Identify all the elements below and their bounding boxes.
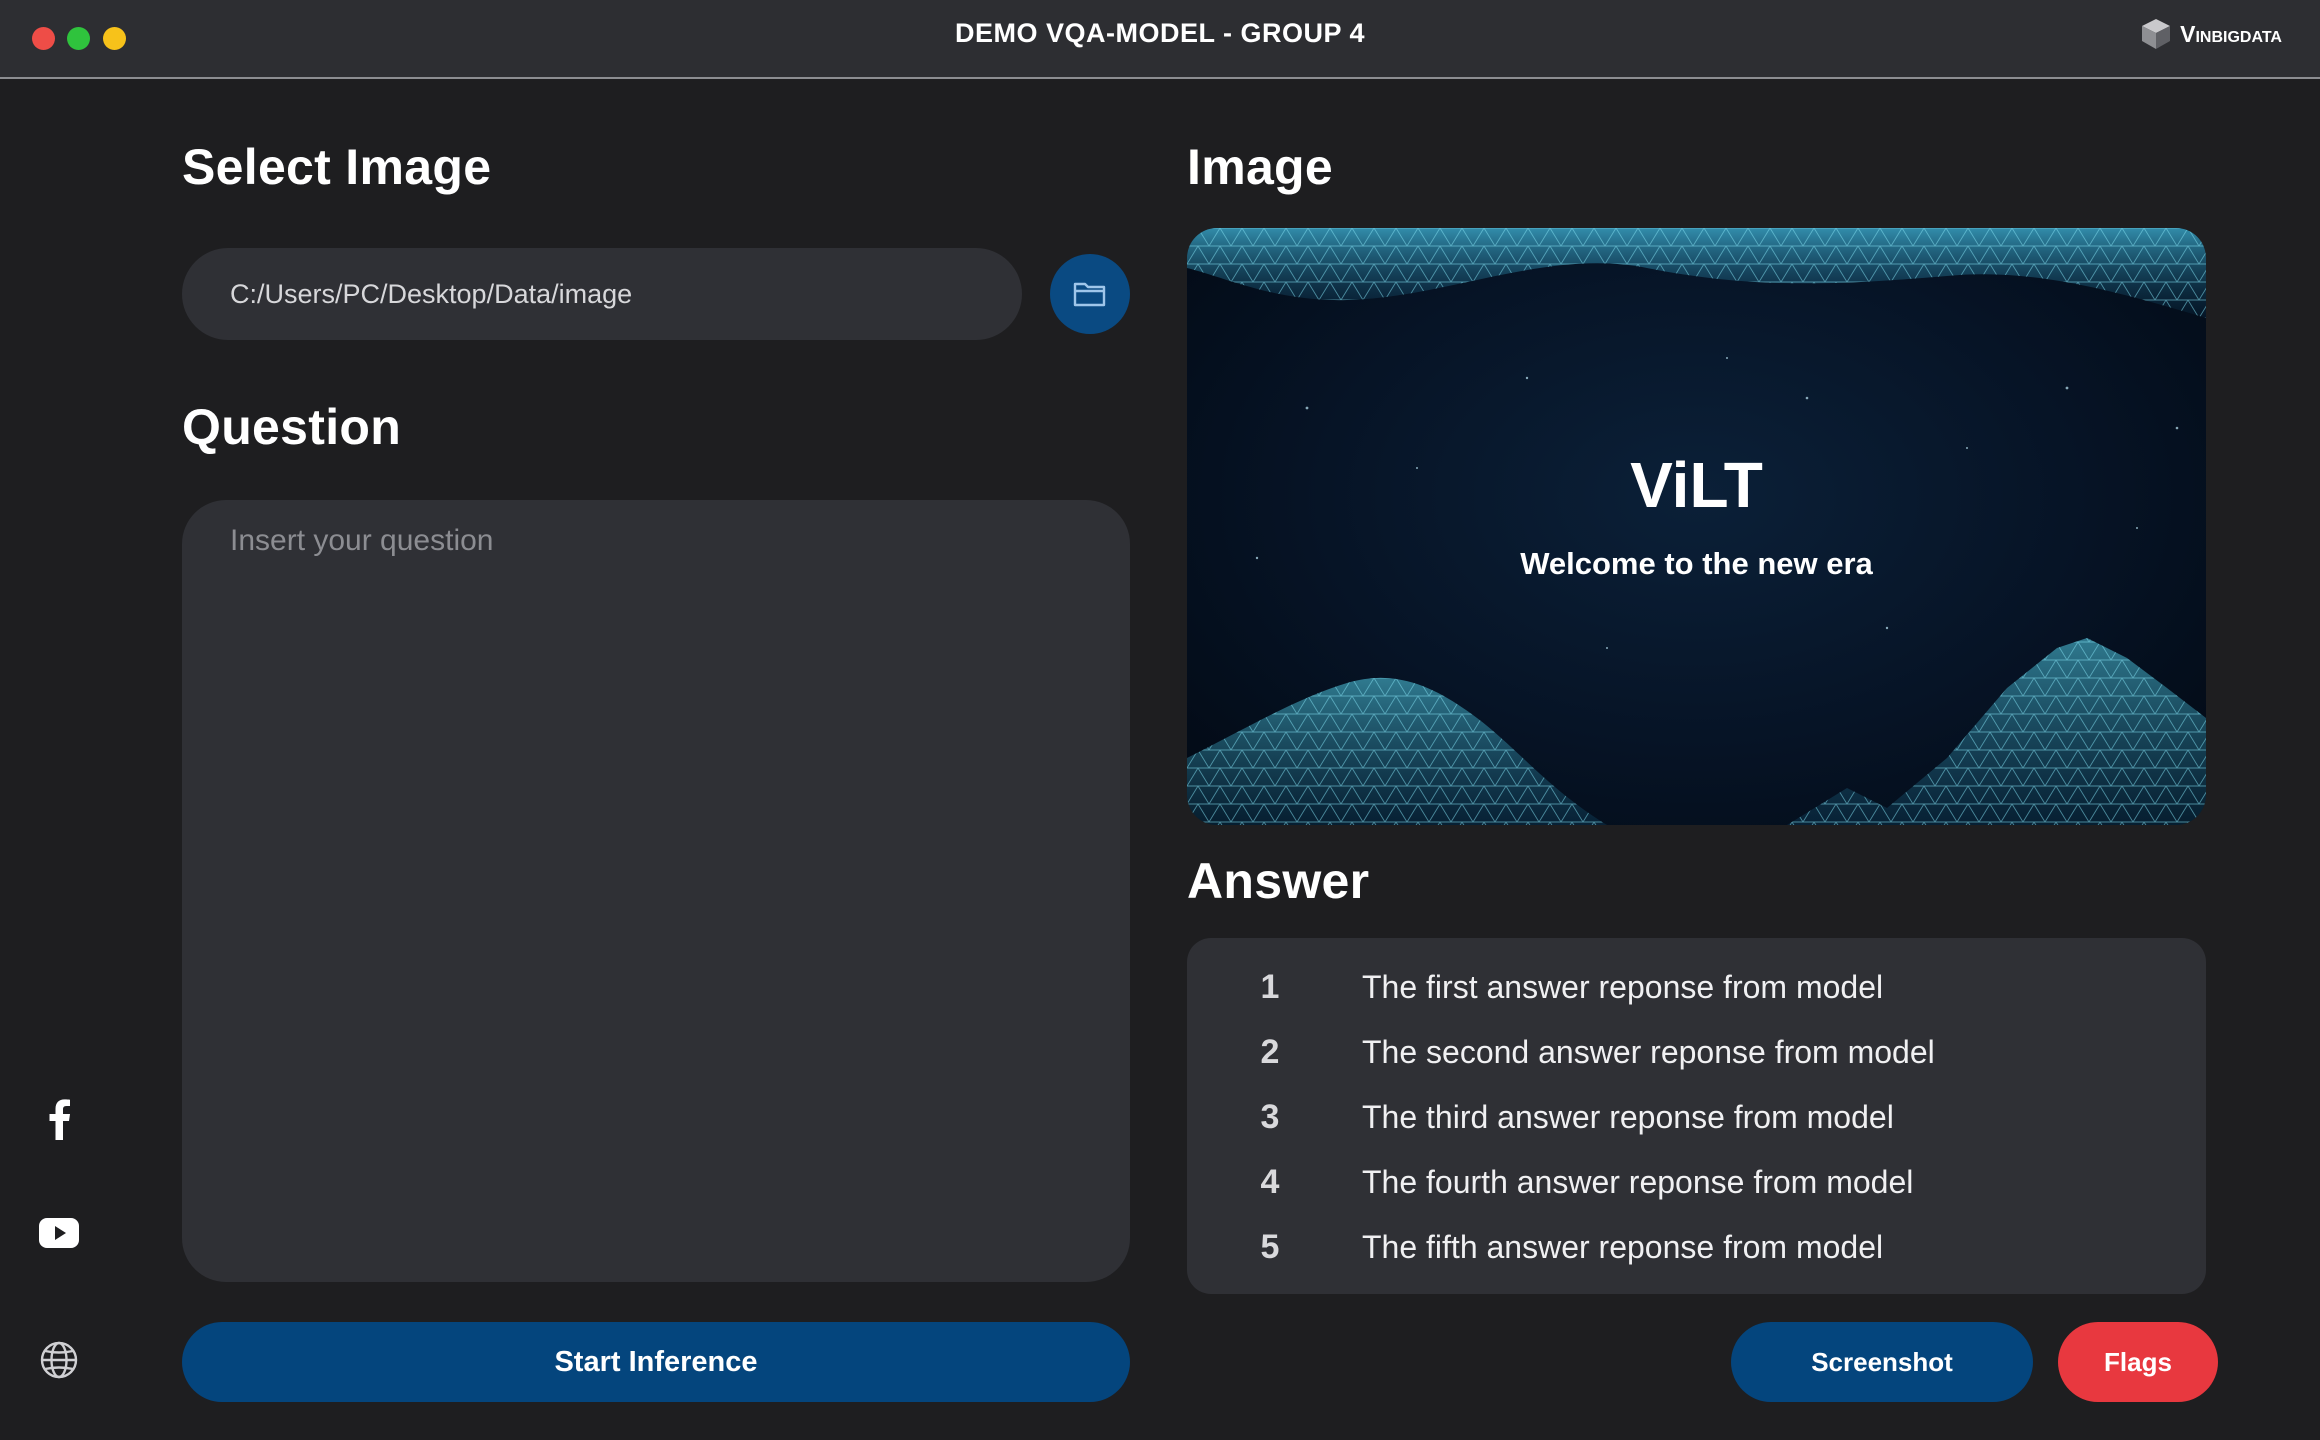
answer-rank: 3 [1260,1097,1280,1136]
answer-item: 1 The first answer reponse from model [1187,957,2206,1017]
image-path-input[interactable]: C:/Users/PC/Desktop/Data/image [182,248,1022,340]
cube-logo-icon [2142,19,2171,49]
image-heading: Image [1187,139,1334,195]
browse-folder-button[interactable] [1050,254,1130,334]
answer-text: The fifth answer reponse from model [1362,1228,1884,1265]
answer-rank: 4 [1260,1162,1280,1201]
answer-item: 2 The second answer reponse from model [1187,1022,2206,1082]
answer-heading: Answer [1187,853,1370,909]
image-preview: ViLT Welcome to the new era [1187,228,2206,825]
window-title: DEMO VQA-MODEL - GROUP 4 [954,18,1366,48]
folder-icon [1073,282,1106,307]
screenshot-button[interactable]: Screenshot [1731,1322,2033,1402]
answer-item: 4 The fourth answer reponse from model [1187,1152,2206,1212]
select-image-heading: Select Image [182,139,492,195]
answer-rank: 5 [1260,1227,1280,1266]
answer-rank: 2 [1260,1032,1280,1071]
answer-item: 3 The third answer reponse from model [1187,1087,2206,1147]
title-bar: DEMO VQA-MODEL - GROUP 4 Vinbigdata [0,0,2320,79]
answer-text: The first answer reponse from model [1362,968,1884,1005]
answer-rank: 1 [1260,967,1280,1006]
youtube-icon[interactable] [36,1210,82,1256]
answer-text: The third answer reponse from model [1362,1098,1894,1135]
flags-button[interactable]: Flags [2058,1322,2218,1402]
brand-name: Vinbigdata [2180,20,2282,47]
question-heading: Question [182,399,402,455]
globe-icon[interactable] [36,1337,82,1383]
image-title: ViLT [1630,449,1763,521]
answer-list: 1 The first answer reponse from model 2 … [1187,938,2206,1294]
answer-text: The second answer reponse from model [1362,1033,1935,1070]
answer-item: 5 The fifth answer reponse from model [1187,1217,2206,1277]
facebook-icon[interactable] [36,1096,82,1142]
answer-text: The fourth answer reponse from model [1362,1163,1914,1200]
image-subtitle: Welcome to the new era [1520,546,1873,581]
app-window: DEMO VQA-MODEL - GROUP 4 Vinbigdata Sele… [0,0,2320,1440]
question-placeholder: Insert your question [230,524,494,557]
start-inference-button[interactable]: Start Inference [182,1322,1130,1402]
question-textarea[interactable]: Insert your question [182,500,1130,1282]
brand-logo: Vinbigdata [2138,16,2282,52]
